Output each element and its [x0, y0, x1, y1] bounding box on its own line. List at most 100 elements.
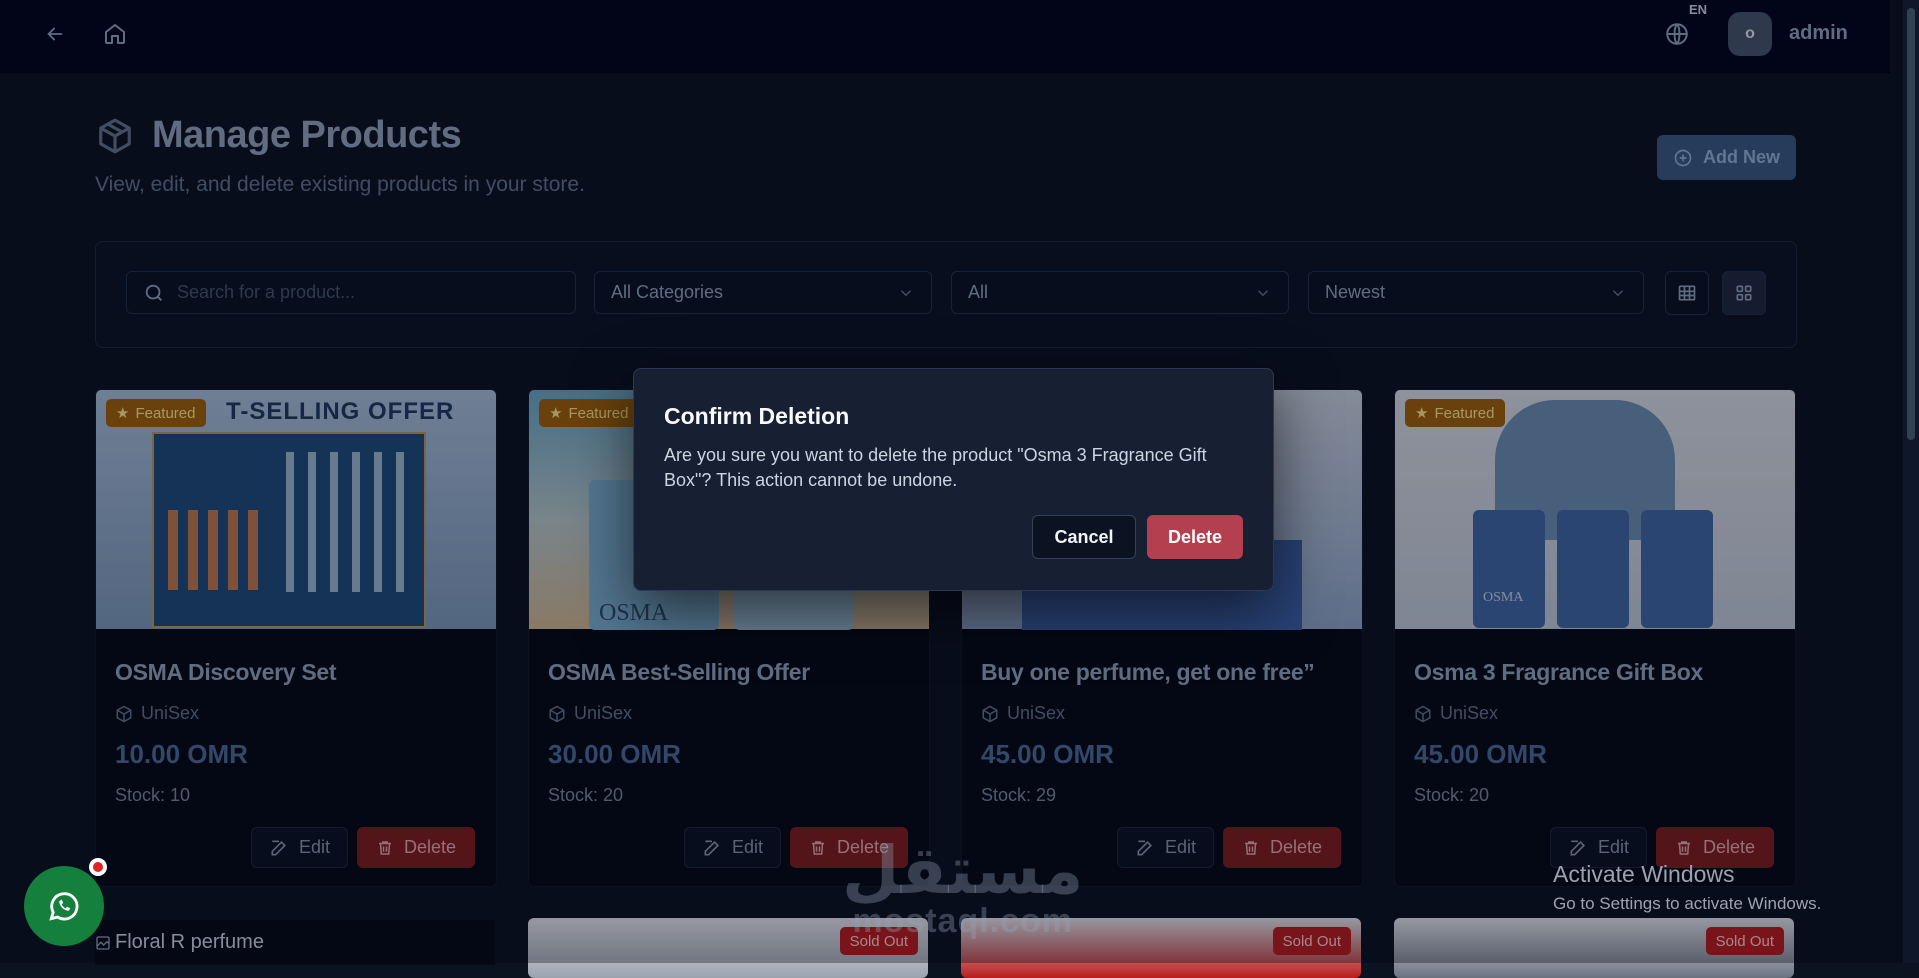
- edit-icon: [1137, 840, 1152, 855]
- product-image-text: T-SELLING OFFER: [226, 398, 455, 425]
- badge-label: Featured: [1434, 404, 1495, 422]
- notification-dot: [89, 858, 107, 876]
- top-bar: EN o admin: [0, 0, 1890, 75]
- scrollbar-thumb[interactable]: [1907, 8, 1915, 440]
- watermark-latin: mostaql.com: [852, 902, 1074, 940]
- windows-activation-notice: Activate Windows Go to Settings to activ…: [1553, 861, 1821, 914]
- sort-value: Newest: [1325, 282, 1386, 302]
- edit-button[interactable]: Edit: [1117, 827, 1214, 868]
- status-select[interactable]: All: [951, 271, 1289, 314]
- add-new-button[interactable]: Add New: [1657, 135, 1796, 180]
- search-icon: [145, 284, 162, 301]
- product-price: 45.00 OMR: [981, 739, 1114, 769]
- chevron-down-icon: [1257, 290, 1269, 297]
- package-icon: [99, 118, 131, 153]
- back-button[interactable]: [37, 16, 73, 52]
- broken-image-alt: Floral R perfume: [115, 931, 264, 953]
- product-name: Osma 3 Fragrance Gift Box: [1414, 659, 1704, 685]
- whatsapp-icon: [49, 892, 79, 921]
- home-icon: [105, 24, 125, 44]
- table-view-button[interactable]: [1665, 271, 1709, 315]
- delete-label: Delete: [1702, 837, 1756, 857]
- product-stock: Stock: 20: [1414, 785, 1490, 805]
- product-category: UniSex: [981, 703, 1065, 724]
- product-image-text: OSMA: [1483, 590, 1524, 605]
- edit-icon: [271, 840, 286, 855]
- sort-select[interactable]: Newest: [1308, 271, 1644, 314]
- page-header: Manage Products: [96, 114, 462, 157]
- delete-button[interactable]: Delete: [357, 827, 475, 868]
- page-title: Manage Products: [152, 114, 462, 156]
- edit-button[interactable]: Edit: [251, 827, 348, 868]
- featured-badge: ★ Featured: [1405, 399, 1505, 427]
- category-label: UniSex: [574, 703, 633, 723]
- trash-icon: [1677, 840, 1690, 855]
- category-value: All Categories: [611, 282, 724, 302]
- product-name: OSMA Discovery Set: [115, 659, 337, 685]
- chevron-down-icon: [900, 290, 912, 297]
- search-placeholder: Search for a product...: [177, 282, 356, 302]
- user-name[interactable]: admin: [1789, 22, 1848, 45]
- product-price: 45.00 OMR: [1414, 739, 1547, 769]
- watermark-arabic: مستقل: [842, 832, 1084, 909]
- activation-message: Go to Settings to activate Windows.: [1553, 894, 1822, 913]
- badge-label: Featured: [568, 404, 629, 422]
- star-icon: ★: [116, 405, 130, 422]
- whatsapp-button[interactable]: [24, 866, 104, 946]
- filter-bar: Search for a product... All Categories A…: [95, 241, 1797, 348]
- cancel-button[interactable]: Cancel: [1032, 515, 1136, 559]
- search-input[interactable]: Search for a product...: [126, 271, 576, 314]
- product-stock: Stock: 10: [115, 785, 191, 805]
- product-card: Sold Out: [1394, 918, 1794, 978]
- product-card: T-SELLING OFFER ★ Featured OSMA Discover…: [95, 389, 497, 887]
- activation-title: Activate Windows: [1553, 861, 1735, 887]
- broken-image-icon: [96, 935, 110, 950]
- language-code: EN: [1689, 2, 1708, 17]
- status-value: All: [968, 282, 989, 302]
- confirm-deletion-dialog: Confirm Deletion Are you sure you want t…: [633, 368, 1274, 591]
- product-price: 10.00 OMR: [115, 739, 248, 769]
- edit-button[interactable]: Edit: [684, 827, 781, 868]
- watermark: مستقل mostaql.com: [842, 832, 1084, 941]
- delete-label: Delete: [1269, 837, 1323, 857]
- package-icon: [1415, 705, 1431, 722]
- badge-label: Featured: [135, 404, 196, 422]
- home-button[interactable]: [97, 16, 133, 52]
- edit-label: Edit: [298, 837, 331, 857]
- product-name: Buy one perfume, get one free”: [981, 659, 1315, 685]
- delete-label: Delete: [403, 837, 457, 857]
- plus-circle-icon: [1674, 149, 1692, 166]
- product-image-text: OSMA: [599, 600, 669, 626]
- product-category: UniSex: [548, 703, 632, 724]
- featured-badge: ★ Featured: [539, 399, 639, 427]
- edit-icon: [704, 840, 719, 855]
- trash-icon: [1244, 840, 1257, 855]
- edit-label: Edit: [731, 837, 764, 857]
- product-name: OSMA Best-Selling Offer: [548, 659, 810, 685]
- category-select[interactable]: All Categories: [594, 271, 932, 314]
- language-button[interactable]: [1659, 16, 1695, 52]
- grid-view-button[interactable]: [1722, 271, 1766, 315]
- arrow-left-icon: [47, 27, 63, 41]
- star-icon: ★: [1415, 405, 1429, 422]
- trash-icon: [378, 840, 391, 855]
- avatar[interactable]: o: [1728, 12, 1772, 56]
- star-icon: ★: [549, 405, 563, 422]
- product-card: OSMA ★ Featured Osma 3 Fragrance Gift Bo…: [1394, 389, 1796, 887]
- delete-button[interactable]: Delete: [1223, 827, 1341, 868]
- product-stock: Stock: 20: [548, 785, 624, 805]
- package-icon: [549, 705, 565, 722]
- table-icon: [1678, 285, 1696, 301]
- confirm-delete-button[interactable]: Delete: [1147, 515, 1243, 559]
- scrollbar[interactable]: [1903, 0, 1919, 963]
- product-category: UniSex: [115, 703, 199, 724]
- category-label: UniSex: [1007, 703, 1066, 723]
- edit-icon: [1570, 840, 1585, 855]
- chevron-down-icon: [1612, 290, 1624, 297]
- sold-out-badge: Sold Out: [1705, 927, 1784, 955]
- product-price: 30.00 OMR: [548, 739, 681, 769]
- grid-icon: [1736, 285, 1752, 301]
- edit-label: Edit: [1164, 837, 1197, 857]
- product-category: UniSex: [1414, 703, 1498, 724]
- page-subtitle: View, edit, and delete existing products…: [95, 173, 585, 196]
